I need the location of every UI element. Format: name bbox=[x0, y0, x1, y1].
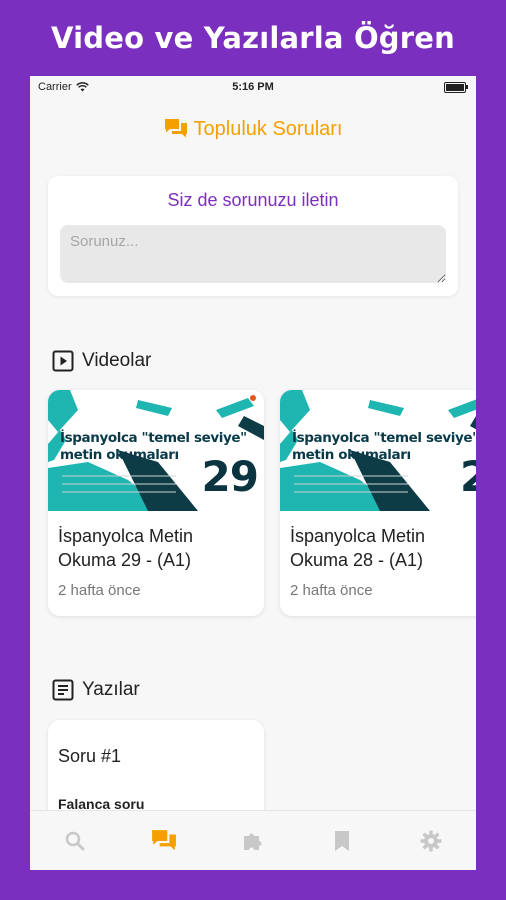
status-bar: Carrier 5:16 PM bbox=[30, 76, 476, 98]
page-title: Topluluk Soruları bbox=[193, 117, 343, 140]
posts-section-header: Yazılar bbox=[52, 679, 140, 701]
phone-screen: Carrier 5:16 PM Topluluk Soruları Siz de… bbox=[30, 76, 476, 870]
videos-section-header: Videolar bbox=[52, 350, 151, 372]
thumbnail-caption-line2: metin okumaları bbox=[292, 447, 411, 463]
thumbnail-caption-line1: İspanyolca "temel seviye" bbox=[60, 430, 247, 446]
thumbnail-number: 28 bbox=[460, 452, 476, 501]
tab-search[interactable] bbox=[45, 819, 105, 863]
ask-card-title: Siz de sorunuzu iletin bbox=[167, 190, 339, 210]
bookmark-icon bbox=[335, 831, 350, 851]
video-thumbnail: İspanyolca "temel seviye" metin okumalar… bbox=[280, 390, 476, 511]
tab-bookmarks[interactable] bbox=[312, 819, 372, 863]
video-title: İspanyolca Metin Okuma 29 - (A1) bbox=[58, 526, 194, 570]
question-input[interactable] bbox=[60, 225, 446, 283]
video-time: 2 hafta önce bbox=[290, 582, 373, 599]
video-card[interactable]: İspanyolca "temel seviye" metin okumalar… bbox=[48, 390, 264, 616]
promo-title: Video ve Yazılarla Öğren bbox=[51, 21, 455, 55]
ask-question-card: Siz de sorunuzu iletin bbox=[48, 176, 458, 296]
tab-bar bbox=[30, 810, 476, 870]
search-icon bbox=[65, 831, 85, 851]
tab-settings[interactable] bbox=[401, 819, 461, 863]
status-time: 5:16 PM bbox=[232, 81, 274, 93]
page-header: Topluluk Soruları bbox=[30, 114, 476, 144]
play-square-icon bbox=[52, 350, 74, 372]
video-thumbnail: İspanyolca "temel seviye" metin okumalar… bbox=[48, 390, 264, 511]
battery-icon bbox=[444, 82, 468, 93]
video-time: 2 hafta önce bbox=[58, 582, 141, 599]
tab-puzzle[interactable] bbox=[223, 819, 283, 863]
posts-section-title: Yazılar bbox=[82, 679, 140, 700]
chat-bubbles-icon bbox=[151, 830, 176, 851]
post-title: Soru #1 bbox=[58, 746, 122, 766]
gear-icon bbox=[420, 830, 442, 852]
thumbnail-caption-line2: metin okumaları bbox=[60, 447, 179, 463]
tab-community[interactable] bbox=[134, 819, 194, 863]
puzzle-icon bbox=[243, 833, 262, 850]
thumbnail-caption-line1: İspanyolca "temel seviye" bbox=[292, 430, 476, 446]
video-title: İspanyolca Metin Okuma 28 - (A1) bbox=[290, 526, 426, 570]
videos-section-title: Videolar bbox=[82, 350, 152, 371]
thumbnail-number: 29 bbox=[201, 452, 259, 501]
video-card[interactable]: İspanyolca "temel seviye" metin okumalar… bbox=[280, 390, 476, 616]
document-icon bbox=[52, 679, 74, 701]
chat-bubbles-icon bbox=[164, 119, 187, 138]
